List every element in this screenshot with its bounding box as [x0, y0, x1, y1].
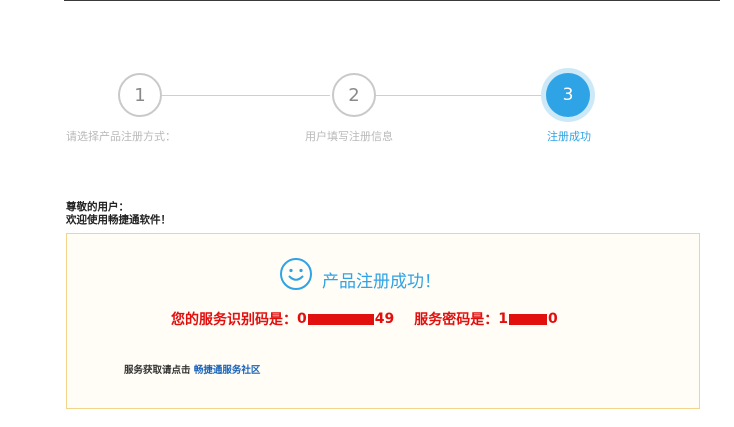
- service-id-redaction: [307, 313, 374, 325]
- service-credentials: 您的服务识别码是： 0 49 服务密码是： 1 0: [171, 309, 558, 329]
- step-connector: [162, 95, 330, 96]
- password-redaction: [508, 313, 547, 325]
- step-3-circle: 3: [546, 73, 590, 117]
- step-1-circle: 1: [118, 73, 162, 117]
- password-label: 服务密码是：: [414, 312, 499, 328]
- service-footer: 服务获取请点击 畅捷通服务社区: [124, 362, 260, 376]
- password-suffix: 0: [547, 311, 558, 327]
- footer-text: 服务获取请点击: [124, 365, 191, 376]
- service-id-label: 您的服务识别码是：: [171, 312, 297, 328]
- service-community-link[interactable]: 畅捷通服务社区: [194, 365, 261, 376]
- registration-result-panel: 产品注册成功！ 您的服务识别码是： 0 49 服务密码是： 1 0 服务获取请点…: [66, 233, 700, 409]
- step-1-number: 1: [134, 84, 146, 106]
- top-divider: [64, 0, 720, 1]
- password-prefix: 1: [498, 311, 508, 327]
- service-id-suffix: 49: [374, 311, 395, 327]
- step-2-circle: 2: [332, 73, 376, 117]
- step-2-label: 用户填写注册信息: [305, 130, 393, 143]
- step-connector: [376, 95, 546, 96]
- step-1-label: 请选择产品注册方式：: [66, 130, 176, 143]
- step-2-number: 2: [348, 84, 360, 106]
- step-3-label: 注册成功: [547, 130, 591, 143]
- service-id-prefix: 0: [297, 311, 307, 327]
- step-3-number: 3: [562, 85, 574, 105]
- smile-icon: [280, 258, 312, 290]
- greeting-line-2: 欢迎使用畅捷通软件！: [66, 214, 171, 226]
- success-title: 产品注册成功！: [322, 272, 441, 292]
